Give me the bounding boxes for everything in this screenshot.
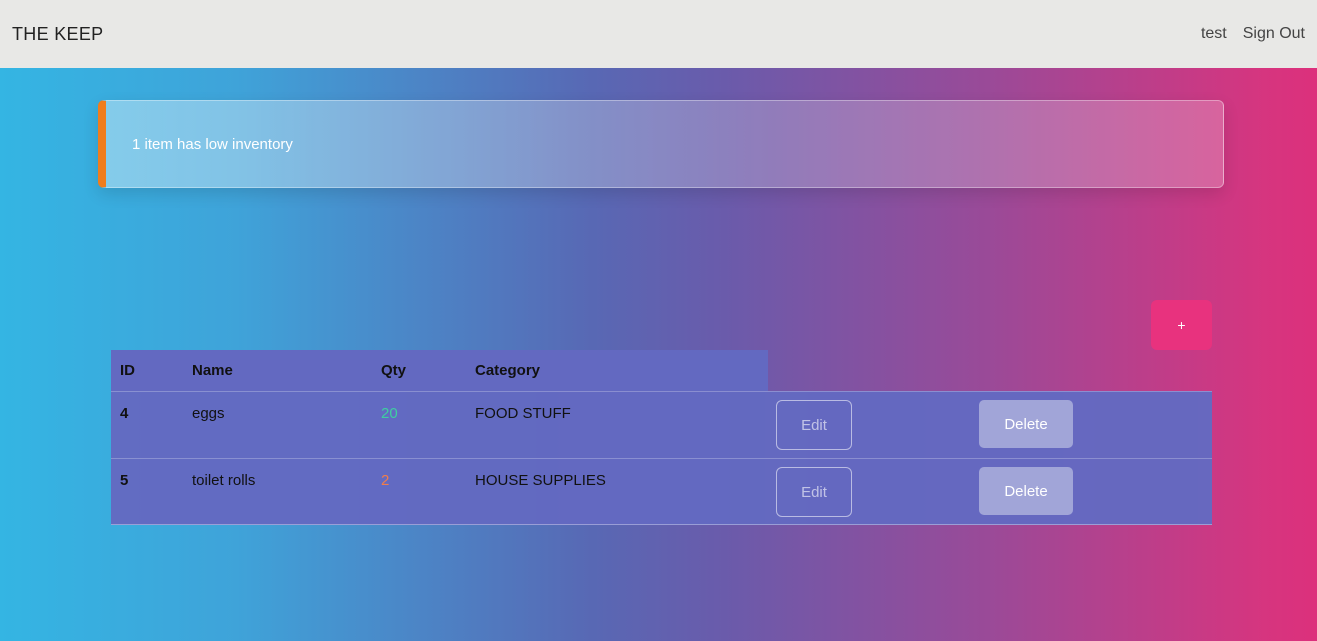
delete-button[interactable]: Delete: [979, 400, 1073, 448]
cell-name: eggs: [192, 405, 225, 422]
header-category: Category: [475, 362, 541, 379]
table-row: 5 toilet rolls 2 HOUSE SUPPLIES Edit Del…: [111, 458, 1212, 525]
sign-out-link[interactable]: Sign Out: [1243, 25, 1305, 43]
cell-category: FOOD STUFF: [475, 405, 571, 422]
inventory-table: ID Name Qty Category 4 eggs 20 FOOD STUF…: [111, 350, 1212, 525]
user-link[interactable]: test: [1201, 25, 1227, 43]
cell-qty: 2: [381, 472, 390, 489]
header-id: ID: [120, 362, 135, 379]
cell-category: HOUSE SUPPLIES: [475, 472, 606, 489]
cell-name: toilet rolls: [192, 472, 256, 489]
delete-button[interactable]: Delete: [979, 467, 1073, 515]
nav-right: test Sign Out: [1201, 25, 1305, 43]
cell-id: 5: [120, 472, 129, 489]
header-qty: Qty: [381, 362, 407, 379]
add-item-button[interactable]: +: [1151, 300, 1212, 350]
cell-qty: 20: [381, 405, 398, 422]
alert-message: 1 item has low inventory: [132, 135, 293, 153]
cell-id: 4: [120, 405, 129, 422]
table-row: 4 eggs 20 FOOD STUFF Edit Delete: [111, 391, 1212, 458]
header-name: Name: [192, 362, 233, 379]
top-navbar: THE KEEP test Sign Out: [0, 0, 1317, 68]
edit-button[interactable]: Edit: [776, 400, 852, 450]
table-header: ID Name Qty Category: [111, 350, 768, 391]
edit-button[interactable]: Edit: [776, 467, 852, 517]
app-title[interactable]: THE KEEP: [12, 24, 103, 45]
low-inventory-alert: 1 item has low inventory: [98, 100, 1224, 188]
